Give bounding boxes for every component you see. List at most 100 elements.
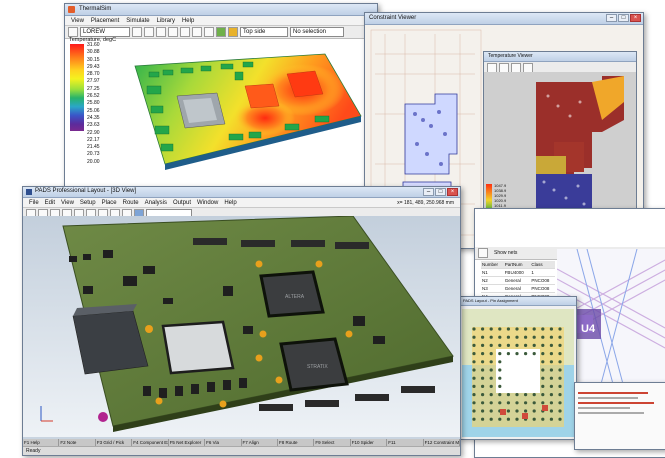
scale-tick: 31.60 (87, 42, 100, 48)
scale-tick: 24.35 (87, 114, 100, 121)
pin-dot (532, 343, 536, 347)
temperature-scale: 31.60 30.88 30.15 29.43 28.70 27.97 27.2… (87, 42, 111, 166)
scale-tick: 22.17 (87, 136, 100, 143)
pin-dot (489, 335, 493, 339)
pin-dot (481, 384, 485, 388)
column-header[interactable]: Class (530, 261, 555, 268)
pin-dot (541, 343, 545, 347)
scale-tick: 27.97 (87, 78, 100, 85)
pin-dot (532, 352, 536, 356)
selection-select[interactable]: No selection (290, 27, 344, 37)
menu-file[interactable]: File (29, 200, 39, 206)
pin-dot (541, 327, 545, 331)
menu-setup[interactable]: Setup (80, 200, 96, 206)
pin-dot (549, 384, 553, 388)
pin-dot (498, 384, 502, 388)
pin-dot (472, 368, 476, 372)
window-title: PADS Layout - Pin Assignment (463, 298, 518, 303)
grid-icon[interactable] (192, 27, 202, 37)
pin-dot (532, 327, 536, 331)
pan-icon[interactable] (180, 27, 190, 37)
pin-dot (481, 343, 485, 347)
pin-dot (472, 327, 476, 331)
pin-dot (498, 360, 502, 364)
pin-dot (558, 376, 562, 380)
minimize-button[interactable]: – (423, 188, 434, 196)
pin-dot (515, 343, 519, 347)
maximize-button[interactable]: □ (618, 14, 629, 22)
viewer-title-bar: Temperature Viewer (484, 52, 636, 62)
pin-dot (515, 352, 519, 356)
menu-help[interactable]: Help (182, 18, 194, 24)
pin-dot (558, 401, 562, 405)
pin-dot (489, 327, 493, 331)
pin-dot (558, 327, 562, 331)
pin-dot (549, 335, 553, 339)
close-button[interactable]: × (447, 188, 458, 196)
color-icon[interactable] (216, 27, 226, 37)
menu-output[interactable]: Output (173, 200, 191, 206)
pin-dot (515, 335, 519, 339)
scale-tick: 23.63 (87, 122, 100, 129)
pin-dot (549, 360, 553, 364)
menu-route[interactable]: Route (123, 200, 139, 206)
pin-dot (472, 376, 476, 380)
table-cell: N3 (482, 286, 488, 291)
table-row[interactable]: N2 General PNCO08 (481, 277, 555, 285)
pin-dot (515, 327, 519, 331)
pin-dot (489, 360, 493, 364)
scale-tick: 27.25 (87, 85, 100, 92)
pin-dot (506, 335, 510, 339)
pin-dot (489, 401, 493, 405)
view-select[interactable]: Top side (240, 27, 288, 37)
minimize-button[interactable]: – (606, 14, 617, 22)
table-cell: N2 (482, 278, 488, 283)
pin-dot (506, 352, 510, 356)
menu-view[interactable]: View (61, 200, 74, 206)
rotate-icon[interactable] (168, 27, 178, 37)
window-controls: – □ × (606, 14, 641, 22)
pin-assignment-grid[interactable] (462, 309, 574, 437)
fit-view-icon[interactable] (156, 27, 166, 37)
pin-dot (541, 368, 545, 372)
pin-dot (506, 401, 510, 405)
menu-simulate[interactable]: Simulate (126, 18, 149, 24)
column-header[interactable]: PartNum (504, 261, 531, 268)
scale-tick: 25.06 (87, 107, 100, 114)
pin-dot (549, 409, 553, 413)
table-cell: General (504, 286, 521, 291)
menu-placement[interactable]: Placement (91, 18, 119, 24)
maximize-button[interactable]: □ (435, 188, 446, 196)
layers-icon[interactable] (204, 27, 214, 37)
zoom-out-icon[interactable] (144, 27, 154, 37)
menu-analysis[interactable]: Analysis (145, 200, 167, 206)
design-select[interactable]: LOREW (80, 27, 130, 37)
table-cell: PNCO08 (531, 286, 550, 291)
chip-marking: STRATIX (307, 364, 328, 370)
thermal-board-view[interactable] (125, 46, 375, 186)
menu-library[interactable]: Library (157, 18, 175, 24)
table-row[interactable]: N3 General PNCO08 (481, 285, 555, 293)
table-row[interactable]: N1 FBU4000 1 (481, 269, 555, 277)
close-button[interactable]: × (630, 14, 641, 22)
save-icon[interactable] (68, 27, 78, 37)
table-cell: General (504, 278, 521, 283)
color-map-icon[interactable] (228, 27, 238, 37)
pin-dot (489, 417, 493, 421)
pin-dot (481, 409, 485, 413)
pin-assign-title-bar: PADS Layout - Pin Assignment (460, 297, 576, 306)
column-header[interactable]: Number (481, 261, 504, 268)
pin-dot (532, 409, 536, 413)
pin-dot (481, 376, 485, 380)
menu-window[interactable]: Window (197, 200, 218, 206)
menu-place[interactable]: Place (102, 200, 117, 206)
filter-icon[interactable] (478, 248, 488, 258)
menu-view[interactable]: View (71, 18, 84, 24)
net-table: Number PartNum Class (481, 261, 555, 269)
zoom-in-icon[interactable] (132, 27, 142, 37)
status-bar: Ready (23, 446, 460, 455)
menu-help[interactable]: Help (224, 200, 236, 206)
bga-label: U4 (581, 323, 596, 335)
pcb-3d-view[interactable]: ALTERA STRATIX (23, 216, 460, 437)
menu-edit[interactable]: Edit (45, 200, 55, 206)
